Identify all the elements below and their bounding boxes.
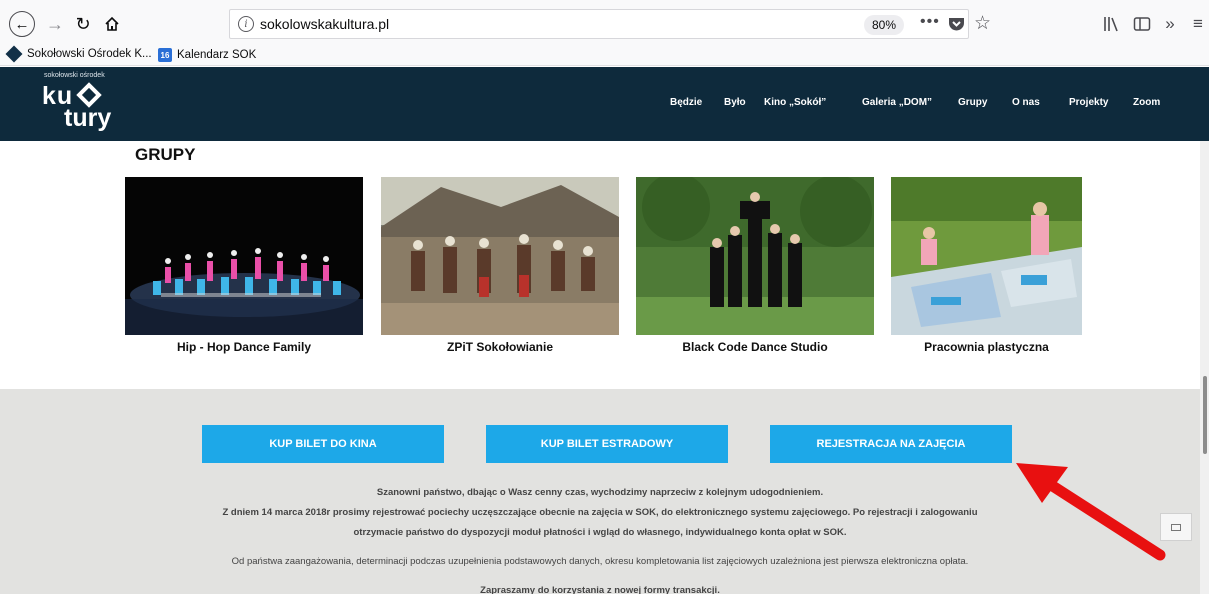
bookmark-sok[interactable]: Sokołowski Ośrodek K... (5, 45, 152, 63)
group-card-zpit[interactable]: ZPiT Sokołowianie (381, 177, 619, 354)
group-card-blackcode[interactable]: Black Code Dance Studio (636, 177, 874, 354)
sidebar-icon[interactable] (1130, 12, 1154, 36)
bookmark-kalendarz[interactable]: 16 Kalendarz SOK (158, 48, 256, 62)
url-text[interactable]: sokolowskakultura.pl (260, 16, 389, 32)
group-caption[interactable]: ZPiT Sokołowianie (381, 340, 619, 354)
bookmark-star-icon[interactable]: ☆ (974, 12, 991, 35)
group-card-hiphop[interactable]: Hip - Hop Dance Family (125, 177, 363, 354)
info-line-5: Zapraszamy do korzystania z nowej formy … (480, 585, 720, 594)
library-icon[interactable] (1100, 12, 1124, 36)
pocket-icon[interactable] (948, 16, 965, 32)
keyboard-widget-icon[interactable] (1160, 513, 1192, 541)
scrollbar-thumb[interactable] (1203, 376, 1207, 454)
nav-bedzie[interactable]: Będzie (670, 97, 702, 108)
calendar-icon: 16 (158, 48, 172, 62)
sok-logo-icon (5, 45, 23, 63)
nav-o-nas[interactable]: O nas (1012, 97, 1040, 108)
group-card-plastyczna[interactable]: Pracownia plastyczna (891, 177, 1129, 354)
zoom-level-badge[interactable]: 80% (864, 15, 905, 35)
nav-projekty[interactable]: Projekty (1069, 97, 1108, 108)
nav-kino[interactable]: Kino „Sokół” (764, 97, 826, 108)
nav-bylo[interactable]: Było (724, 97, 746, 108)
hamburger-menu-icon[interactable]: ≡ (1186, 12, 1209, 36)
register-classes-button[interactable]: REJESTRACJA NA ZAJĘCIA (770, 425, 1012, 463)
nav-zoom[interactable]: Zoom (1133, 97, 1160, 108)
section-title: GRUPY (135, 145, 196, 164)
hiphop-photo[interactable] (125, 177, 363, 335)
nav-grupy[interactable]: Grupy (958, 97, 987, 108)
group-caption[interactable]: Pracownia plastyczna (891, 340, 1082, 354)
blackcode-photo[interactable] (636, 177, 874, 335)
overflow-chevron-icon[interactable]: » (1158, 12, 1182, 36)
zpit-photo[interactable] (381, 177, 619, 335)
info-icon[interactable]: i (238, 16, 254, 32)
bookmark-label: Sokołowski Ośrodek K... (27, 48, 152, 60)
url-bar[interactable]: i sokolowskakultura.pl 80% ••• ☆ (229, 9, 991, 39)
site-header: sokołowski ośrodek ku tury Będzie Było K… (0, 67, 1209, 141)
buy-concert-ticket-button[interactable]: KUP BILET ESTRADOWY (486, 425, 728, 463)
browser-toolbar: ← → ↻ i sokolowskakultura.pl 80% ••• ☆ »… (0, 0, 1209, 46)
group-caption[interactable]: Hip - Hop Dance Family (125, 340, 363, 354)
scrollbar-track[interactable] (1200, 141, 1209, 594)
logo-text-bottom: tury (64, 104, 112, 132)
site-logo[interactable]: sokołowski ośrodek ku tury (42, 72, 122, 132)
red-arrow-annotation (1016, 463, 1166, 561)
home-icon[interactable] (101, 13, 123, 35)
reload-icon[interactable]: ↻ (72, 13, 94, 35)
bookmark-label: Kalendarz SOK (177, 49, 257, 61)
back-arrow-icon[interactable]: ← (9, 11, 35, 37)
nav-galeria[interactable]: Galeria „DOM” (862, 97, 932, 108)
plastyczna-photo[interactable] (891, 177, 1082, 335)
bookmarks-bar: Sokołowski Ośrodek K... 16 Kalendarz SOK (0, 45, 1209, 66)
buy-cinema-ticket-button[interactable]: KUP BILET DO KINA (202, 425, 444, 463)
forward-arrow-icon[interactable]: → (44, 13, 66, 35)
page-actions-icon[interactable]: ••• (920, 13, 940, 31)
group-caption[interactable]: Black Code Dance Studio (636, 340, 874, 354)
logo-subtitle: sokołowski ośrodek (44, 72, 105, 79)
